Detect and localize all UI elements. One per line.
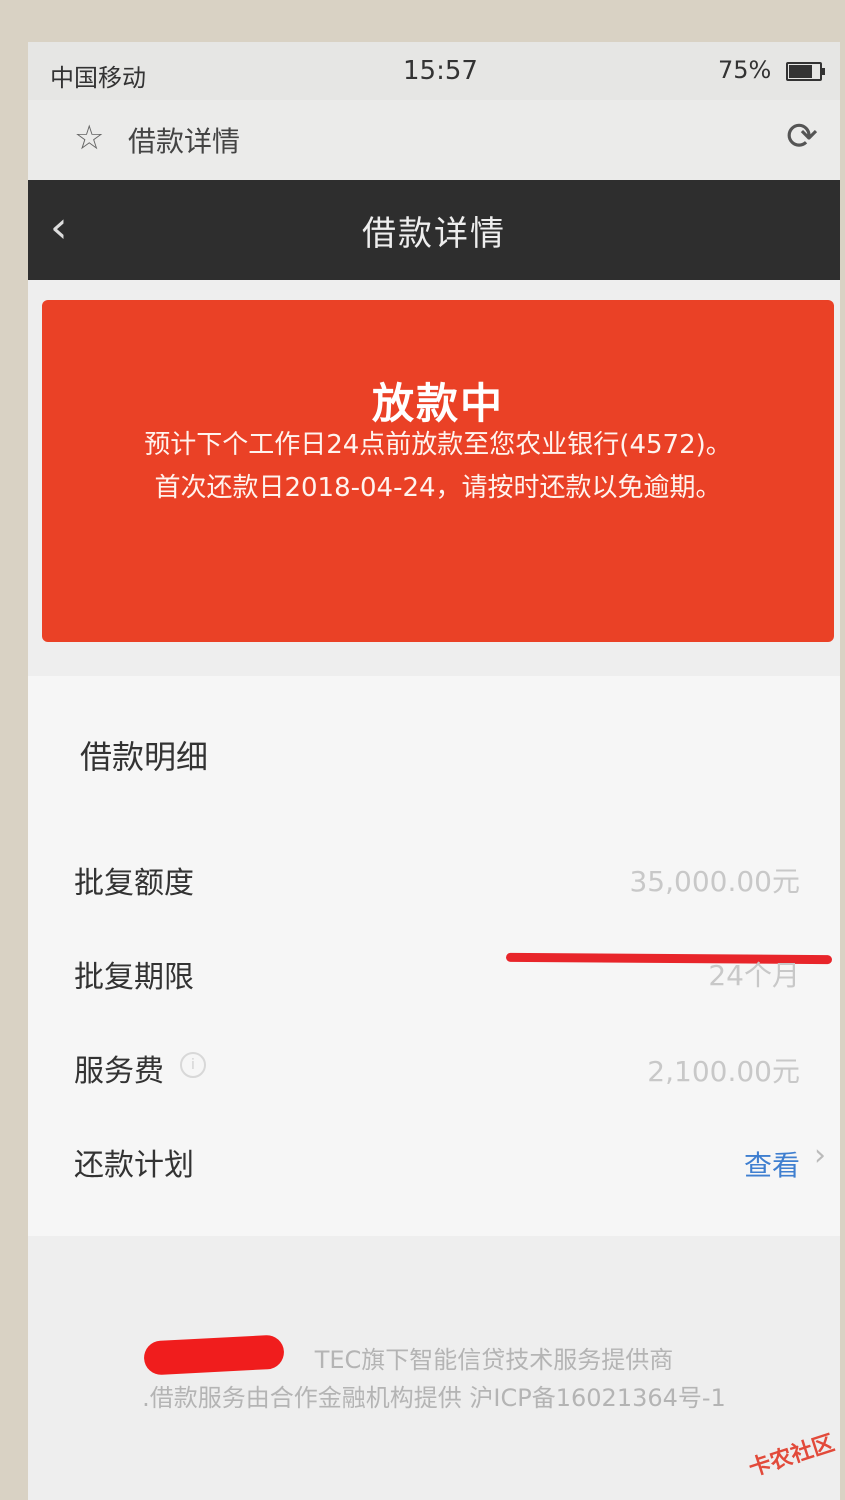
phone-screen: 中国移动 15:57 75% ☆ 借款详情 ⟳ ‹ 借款详情 放款中 预计下个工…: [28, 42, 840, 1500]
star-icon[interactable]: ☆: [74, 118, 104, 158]
loan-status-description: 预计下个工作日24点前放款至您农业银行(4572)。首次还款日2018-04-2…: [144, 430, 732, 503]
loan-status-title: 放款中: [371, 379, 504, 428]
page-title: 借款详情: [362, 214, 506, 254]
refresh-icon[interactable]: ⟳: [786, 114, 818, 158]
battery-icon: [786, 62, 825, 81]
approved-term-label: 批复期限: [74, 960, 194, 995]
chevron-right-icon: ›: [814, 1138, 826, 1173]
approved-amount-value: 35,000.00元: [629, 865, 800, 898]
repayment-plan-label: 还款计划: [74, 1148, 194, 1183]
browser-title: 借款详情: [128, 125, 241, 158]
section-title: 借款明细: [80, 738, 209, 776]
loan-status-card: 放款中 预计下个工作日24点前放款至您农业银行(4572)。首次还款日2018-…: [42, 300, 834, 642]
clock: 15:57: [403, 56, 478, 86]
battery-percent: 75%: [718, 56, 772, 84]
approved-term-value: 24个月: [708, 959, 800, 992]
service-fee-label: 服务费: [74, 1054, 164, 1089]
service-fee-value: 2,100.00元: [647, 1055, 800, 1088]
loan-details-section: 借款明细 批复额度 35,000.00元 批复期限 24个月 服务费 i 2,1…: [28, 676, 840, 1236]
approved-amount-label: 批复额度: [74, 866, 194, 901]
info-icon[interactable]: i: [180, 1052, 206, 1078]
battery-fill: [789, 65, 812, 78]
nav-bar: ‹ 借款详情: [28, 180, 840, 280]
view-repayment-plan-link[interactable]: 查看: [744, 1144, 800, 1184]
browser-bar: ☆ 借款详情 ⟳: [28, 100, 840, 181]
footer-company-text: TEC旗下智能信贷技术服务提供商: [314, 1346, 674, 1374]
carrier-label: 中国移动: [50, 64, 146, 92]
footer-license-text: .借款服务由合作金融机构提供 沪ICP备16021364号-1: [142, 1384, 726, 1412]
status-bar: 中国移动 15:57 75%: [28, 42, 840, 100]
